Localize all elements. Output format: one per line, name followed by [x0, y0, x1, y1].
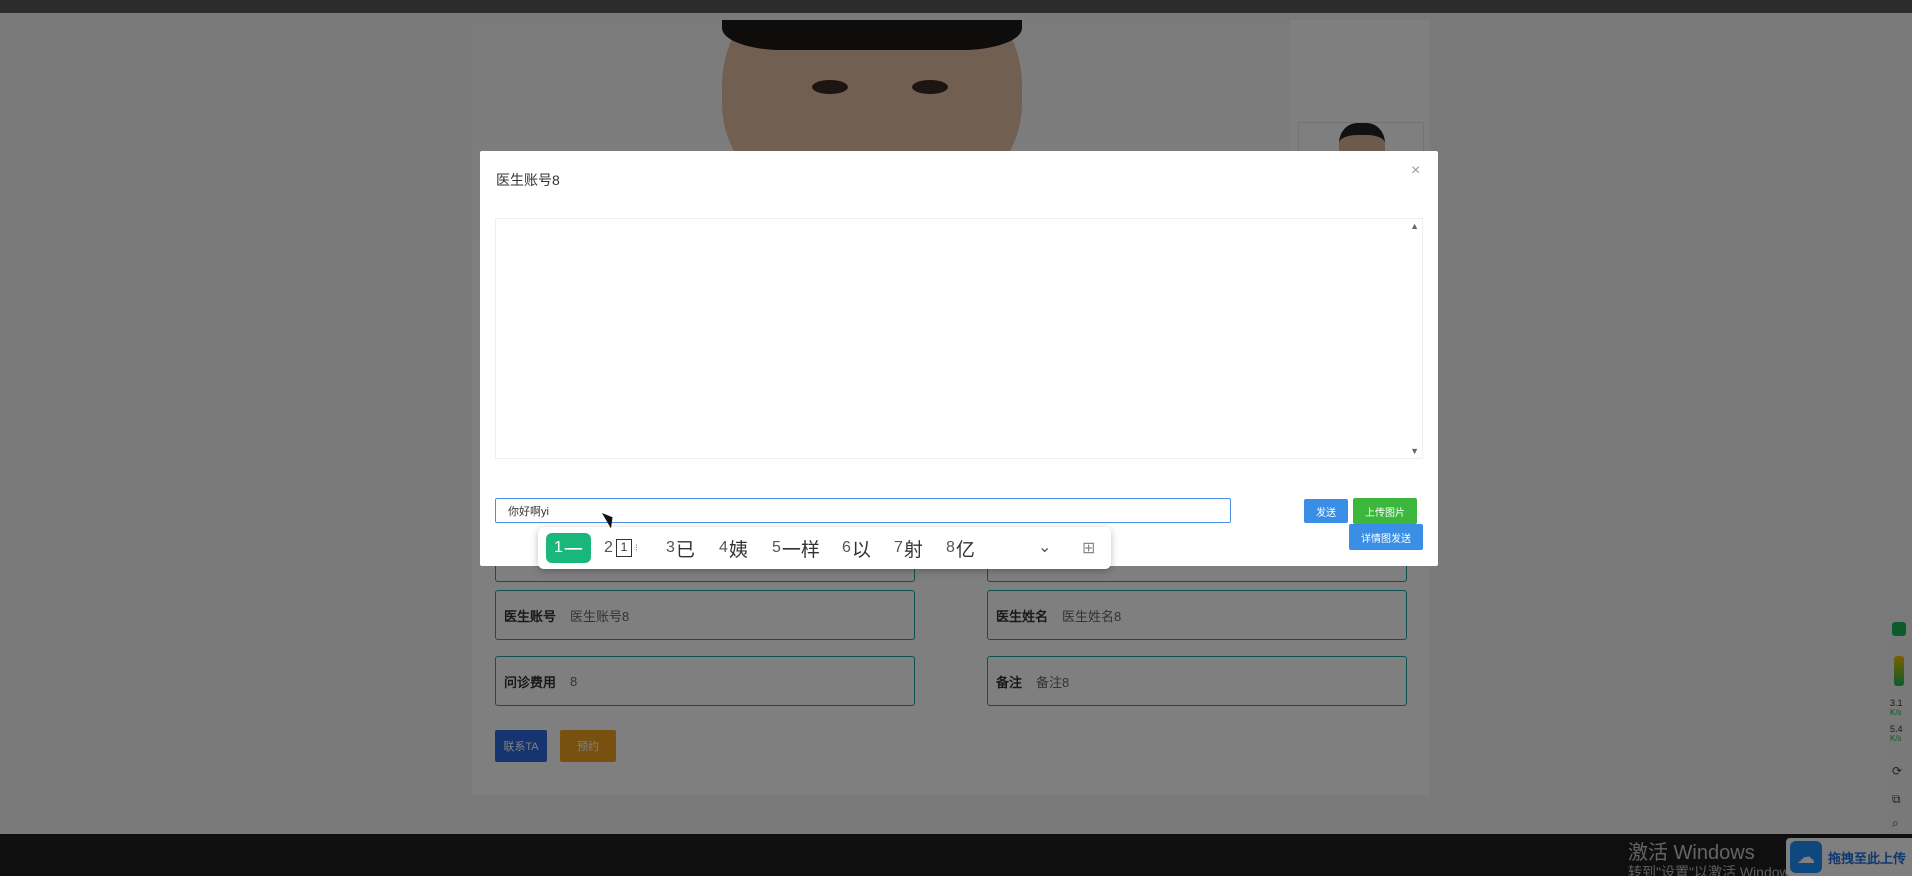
- ime-candidate-3[interactable]: 3已: [666, 533, 695, 563]
- scroll-down-icon[interactable]: ▼: [1410, 446, 1419, 456]
- ime-candidate-7[interactable]: 7射: [894, 533, 923, 563]
- send-button[interactable]: 发送: [1304, 499, 1348, 523]
- upload-image-button[interactable]: 上传图片: [1353, 498, 1417, 524]
- modal-title: 医生账号8: [496, 172, 560, 188]
- grid-icon[interactable]: ⊞: [1082, 538, 1095, 558]
- ime-candidate-bar: 1一 2 1 ⁝ 3已 4姨 5 一样 6以 7射 8亿 ⌄ ⊞: [538, 527, 1111, 569]
- ime-candidate-6[interactable]: 6以: [842, 533, 871, 563]
- ime-candidate-5[interactable]: 5 一样: [772, 533, 820, 563]
- chevron-down-icon[interactable]: ⌄: [1038, 537, 1051, 557]
- ime-candidate-8[interactable]: 8亿: [946, 533, 975, 563]
- chat-modal: 医生账号8 × ▲ ▼ 发送 上传图片 详情图发送: [480, 151, 1438, 566]
- message-history[interactable]: ▲ ▼: [495, 218, 1423, 459]
- ime-candidate-4[interactable]: 4姨: [719, 533, 748, 563]
- ime-candidate-2[interactable]: 2 1 ⁝: [604, 533, 638, 563]
- close-icon[interactable]: ×: [1411, 162, 1420, 180]
- ime-candidate-1[interactable]: 1一: [546, 533, 591, 563]
- send-detail-image-button[interactable]: 详情图发送: [1349, 524, 1423, 550]
- scroll-up-icon[interactable]: ▲: [1410, 221, 1419, 231]
